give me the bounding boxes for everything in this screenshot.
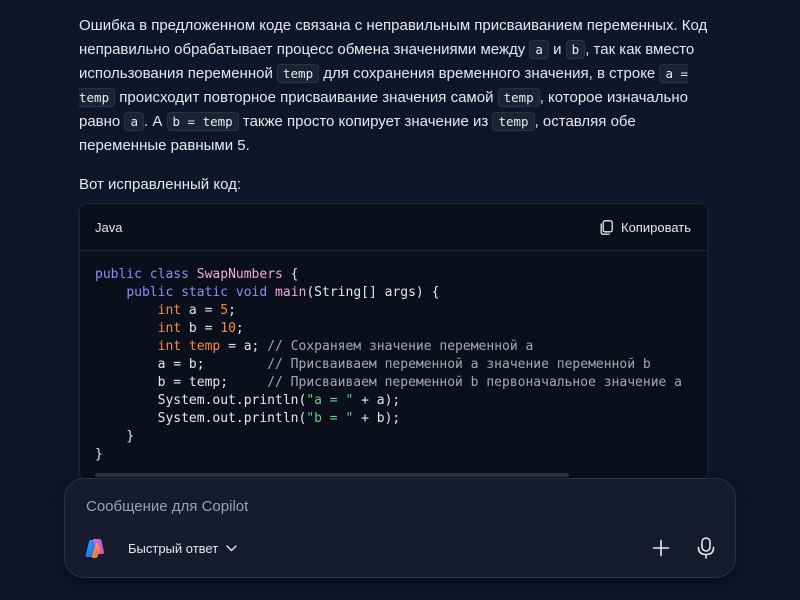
inline-code: temp (277, 64, 320, 83)
code-token: public (126, 285, 174, 300)
code-token: temp (188, 339, 221, 354)
code-content: public class SwapNumbers { public static… (80, 251, 707, 464)
code-line: int a = 5; (95, 302, 707, 320)
code-block: Java Копировать public class SwapNumbers… (79, 203, 708, 480)
code-line: } (95, 428, 707, 446)
code-token: int (157, 321, 182, 336)
code-token: // Сохраняем значение переменной a (267, 339, 534, 354)
code-token: (String[] args) { (306, 285, 440, 300)
code-token: b = temp; (95, 375, 268, 390)
code-token: void (235, 285, 268, 300)
code-token: main (275, 285, 307, 300)
inline-code: b = temp (166, 112, 239, 131)
code-line: int b = 10; (95, 320, 707, 338)
answer-paragraph-2: Вот исправленный код: (79, 176, 242, 193)
code-token: // Присваиваем переменной b первоначальн… (267, 375, 683, 390)
code-line: public class SwapNumbers { (95, 266, 707, 284)
code-token: 10 (220, 321, 236, 336)
code-line: System.out.println("a = " + a); (95, 392, 707, 410)
code-token: } (95, 447, 103, 462)
code-token: int (157, 303, 182, 318)
code-token: System.out.println( (95, 393, 307, 408)
microphone-icon[interactable] (695, 536, 717, 560)
copy-button-label: Копировать (621, 219, 691, 235)
code-token: a = b; (95, 357, 268, 372)
horizontal-scrollbar[interactable] (95, 473, 569, 477)
inline-code: a (529, 40, 549, 59)
code-token: "b = " (306, 411, 354, 426)
copy-icon (600, 219, 613, 235)
code-token: int (157, 339, 182, 354)
inline-code: b (565, 40, 586, 59)
code-line: a = b; // Присваиваем переменной a значе… (95, 356, 707, 374)
code-token: class (149, 267, 189, 282)
message-input[interactable] (84, 494, 708, 518)
code-token: static (181, 285, 229, 300)
code-token: 5 (220, 303, 229, 318)
copy-button[interactable]: Копировать (600, 220, 691, 235)
inline-code: temp (492, 112, 535, 131)
copilot-logo-icon (85, 539, 105, 558)
code-token: = a; (220, 339, 268, 354)
code-token: SwapNumbers (196, 267, 283, 282)
assistant-answer: Ошибка в предложенном коде связана с неп… (79, 14, 709, 197)
code-line: } (95, 446, 707, 464)
code-line: System.out.println("b = " + b); (95, 410, 707, 428)
response-mode-label: Быстрый ответ (128, 540, 219, 556)
code-token: a = (181, 303, 221, 318)
answer-paragraph-1: Ошибка в предложенном коде связана с неп… (79, 17, 708, 154)
code-token: public (95, 267, 142, 282)
code-token: "a = " (306, 393, 354, 408)
code-language-label: Java (95, 219, 123, 235)
message-composer: Быстрый ответ (64, 478, 736, 578)
code-line: public static void main(String[] args) { (95, 284, 707, 302)
code-token: ; (228, 303, 236, 318)
code-token: b = (181, 321, 221, 336)
chevron-down-icon (226, 544, 237, 551)
code-line: b = temp; // Присваиваем переменной b пе… (95, 374, 707, 392)
inline-code: a (124, 112, 144, 131)
code-token: ; (235, 321, 244, 336)
code-token: + b); (353, 411, 401, 426)
response-mode-selector[interactable]: Быстрый ответ (128, 538, 237, 558)
code-block-header: Java Копировать (80, 204, 707, 251)
code-line: int temp = a; // Сохраняем значение пере… (95, 338, 707, 356)
plus-icon[interactable] (650, 537, 672, 559)
code-token: + a); (353, 393, 401, 408)
code-token: { (282, 267, 299, 282)
code-token: } (95, 429, 135, 444)
code-token: System.out.println( (95, 411, 307, 426)
code-token: // Присваиваем переменной a значение пер… (267, 357, 651, 372)
inline-code: temp (497, 88, 540, 107)
